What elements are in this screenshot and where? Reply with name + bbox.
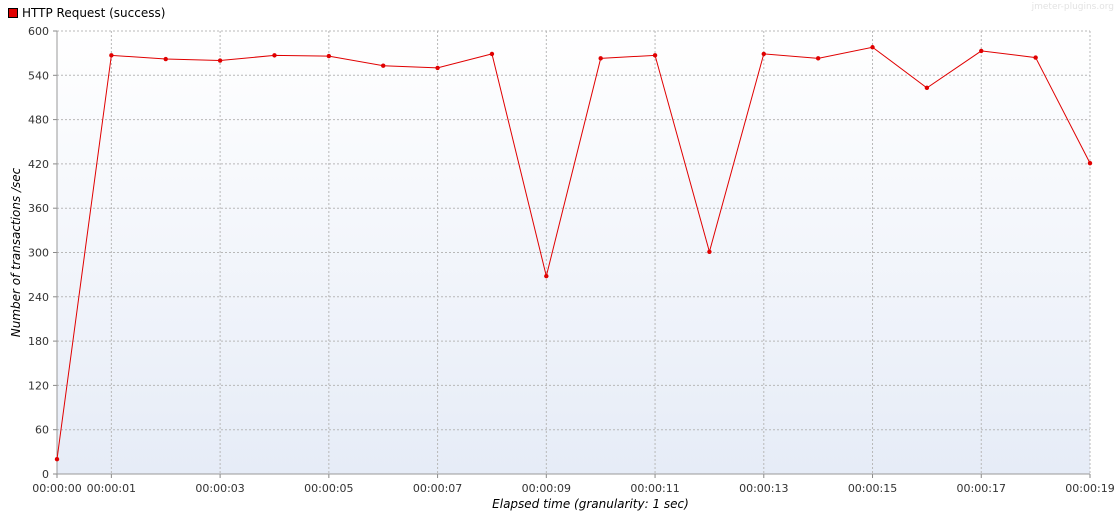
y-tick-label: 540 [28, 69, 49, 82]
x-tick-label: 00:00:01 [87, 482, 136, 495]
data-point [381, 63, 386, 68]
x-tick-label: 00:00:17 [957, 482, 1006, 495]
y-axis-title: Number of transactions /sec [9, 167, 23, 337]
x-tick-label: 00:00:05 [304, 482, 353, 495]
data-point [1033, 55, 1038, 60]
data-point [761, 51, 766, 57]
data-point [924, 85, 930, 91]
data-point [109, 53, 114, 58]
x-tick-label: 00:00:15 [848, 482, 897, 495]
x-tick-label: 00:00:09 [522, 482, 571, 495]
data-point [54, 457, 60, 462]
data-point [544, 273, 549, 279]
y-tick-label: 300 [28, 247, 49, 260]
data-point [272, 53, 277, 58]
data-point [326, 53, 332, 59]
x-tick-label: 00:00:00 [32, 482, 81, 495]
x-tick-label: 00:00:03 [195, 482, 244, 495]
data-point [163, 56, 168, 62]
data-point [217, 58, 223, 63]
y-tick-label: 120 [28, 379, 49, 392]
data-point [652, 53, 658, 58]
y-tick-label: 360 [28, 202, 49, 215]
y-tick-label: 60 [35, 424, 49, 437]
data-point [815, 56, 821, 61]
x-tick-label: 00:00:07 [413, 482, 462, 495]
data-point [598, 56, 603, 61]
chart-container: HTTP Request (success) jmeter-plugins.or… [0, 0, 1120, 516]
x-axis-title: Elapsed time (granularity: 1 sec) [492, 497, 689, 511]
data-point [1087, 160, 1093, 166]
chart-svg: 0 60 120 180 240 300 360 420 480 540 600 00:00:00 00… [9, 25, 1115, 511]
y-tick-label: 480 [28, 114, 49, 127]
data-point [435, 65, 440, 71]
y-tick-label: 0 [42, 468, 49, 481]
data-point [489, 51, 495, 57]
x-tick-label: 00:00:11 [630, 482, 679, 495]
y-tick-label: 180 [28, 335, 49, 348]
y-tick-label: 600 [28, 25, 49, 38]
data-point [870, 45, 875, 50]
x-tick-label: 00:00:13 [739, 482, 788, 495]
y-tick-label: 420 [28, 158, 49, 171]
x-tick-label: 00:00:19 [1065, 482, 1114, 495]
y-tick-label: 240 [28, 291, 49, 304]
data-point [979, 48, 984, 54]
data-point [707, 249, 712, 254]
